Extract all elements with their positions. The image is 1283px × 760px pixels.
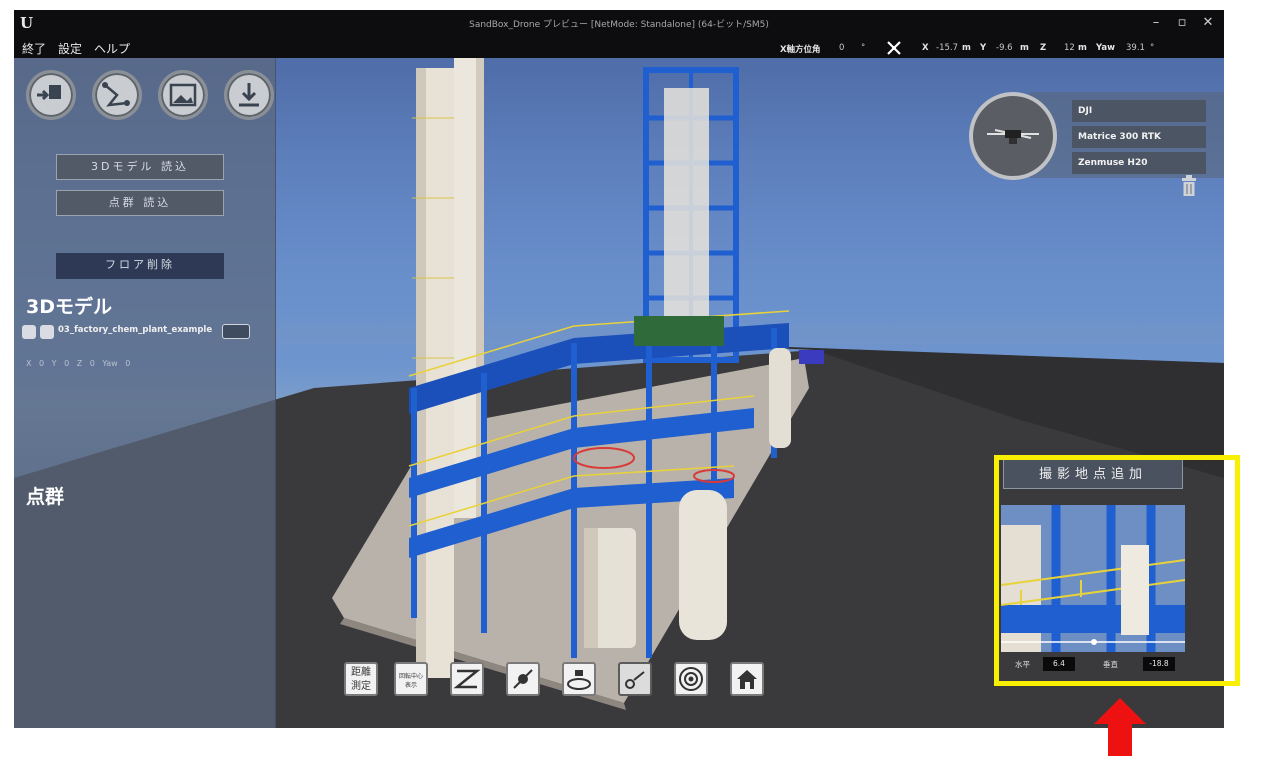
left-panel: 3Dモデル 読込 点群 読込 フロア削除 3Dモデル 03_factory_ch… <box>14 58 276 728</box>
model-yaw-value[interactable]: 0 <box>125 359 130 368</box>
rotate-center-button[interactable]: 回転中心 表示 <box>394 662 428 696</box>
model-x-value[interactable]: 0 <box>39 359 44 368</box>
bottom-toolbar: 距離 測定 回転中心 表示 <box>344 662 794 710</box>
model-y-value[interactable]: 0 <box>64 359 69 368</box>
drone-model-field[interactable]: Matrice 300 RTK <box>1072 126 1206 148</box>
model-section-title: 3Dモデル <box>26 296 112 318</box>
z-label: Z <box>1040 43 1047 53</box>
load-model-button[interactable]: 3Dモデル 読込 <box>56 154 224 180</box>
orbit-icon[interactable] <box>562 662 596 696</box>
window-title: SandBox_Drone プレビュー [NetMode: Standalone… <box>469 20 769 30</box>
menu-help[interactable]: ヘルプ <box>94 40 130 57</box>
model-coords: X 0 Y 0 Z 0 Yaw 0 <box>26 359 135 368</box>
y-label: Y <box>980 43 987 53</box>
chimney-mid <box>454 58 484 518</box>
tower-vessel <box>664 88 709 338</box>
z-unit: m <box>1078 43 1087 53</box>
z-path-icon[interactable] <box>450 662 484 696</box>
heading-unit: ° <box>861 43 866 53</box>
model-y-label: Y <box>51 359 57 368</box>
model-x-label: X <box>26 359 32 368</box>
y-value: -9.6 <box>996 43 1013 53</box>
load-pointcloud-button[interactable]: 点群 読込 <box>56 190 224 216</box>
model-z-value[interactable]: 0 <box>90 359 95 368</box>
menu-bar: 終了 設定 ヘルプ X軸方位角 0 ° X -15.7 m Y -9.6 m Z… <box>14 38 1224 58</box>
measure-distance-button[interactable]: 距離 測定 <box>344 662 378 696</box>
delete-floor-button[interactable]: フロア削除 <box>56 253 224 279</box>
model-yaw-label: Yaw <box>102 359 118 368</box>
yaw-unit: ° <box>1150 43 1155 53</box>
x-unit: m <box>962 43 971 53</box>
menu-exit[interactable]: 終了 <box>22 40 46 57</box>
x-value: -15.7 <box>936 43 958 53</box>
z-value: 12 <box>1064 43 1075 53</box>
target-icon[interactable] <box>674 662 708 696</box>
measure-label-1: 距離 <box>351 667 371 678</box>
import-icon[interactable] <box>26 70 76 120</box>
pointcloud-section-title: 点群 <box>26 486 65 508</box>
visibility-icon[interactable] <box>40 325 54 339</box>
heading-label: X軸方位角 <box>780 45 821 55</box>
model-toggle[interactable] <box>222 324 250 339</box>
maximize-button[interactable]: ▫ <box>1170 14 1194 32</box>
model-z-label: Z <box>76 359 83 368</box>
drone-camera-field[interactable]: Zenmuse H20 <box>1072 152 1206 174</box>
title-bar: U SandBox_Drone プレビュー [NetMode: Standalo… <box>14 10 1224 38</box>
drone-image[interactable] <box>969 92 1057 180</box>
heading-value: 0 <box>839 43 845 53</box>
image-icon[interactable] <box>158 70 208 120</box>
trash-icon[interactable] <box>1181 175 1197 197</box>
model-list-item[interactable]: 03_factory_chem_plant_example <box>22 324 272 341</box>
model-name: 03_factory_chem_plant_example <box>58 325 213 335</box>
download-icon[interactable] <box>224 70 274 120</box>
red-arrow-icon <box>1094 698 1146 756</box>
yaw-value: 39.1 <box>1126 43 1145 53</box>
drone-maker-field[interactable]: DJI <box>1072 100 1206 122</box>
y-unit: m <box>1020 43 1029 53</box>
minimize-button[interactable]: – <box>1144 14 1168 32</box>
rotate-center-label-1: 回転中心 <box>398 673 423 680</box>
x-label: X <box>922 43 929 53</box>
home-icon[interactable] <box>730 662 764 696</box>
drone-up-icon[interactable] <box>506 662 540 696</box>
lock-icon[interactable] <box>22 325 36 339</box>
measure-label-2: 測定 <box>351 681 371 692</box>
waypoint-icon[interactable] <box>618 662 652 696</box>
route-icon[interactable] <box>92 70 142 120</box>
menu-settings[interactable]: 設定 <box>58 40 82 57</box>
rotate-center-label-2: 表示 <box>404 682 417 689</box>
drone-icon[interactable] <box>886 40 902 56</box>
yaw-label: Yaw <box>1096 43 1115 53</box>
highlight-box <box>994 455 1240 686</box>
close-button[interactable]: ✕ <box>1196 14 1220 32</box>
